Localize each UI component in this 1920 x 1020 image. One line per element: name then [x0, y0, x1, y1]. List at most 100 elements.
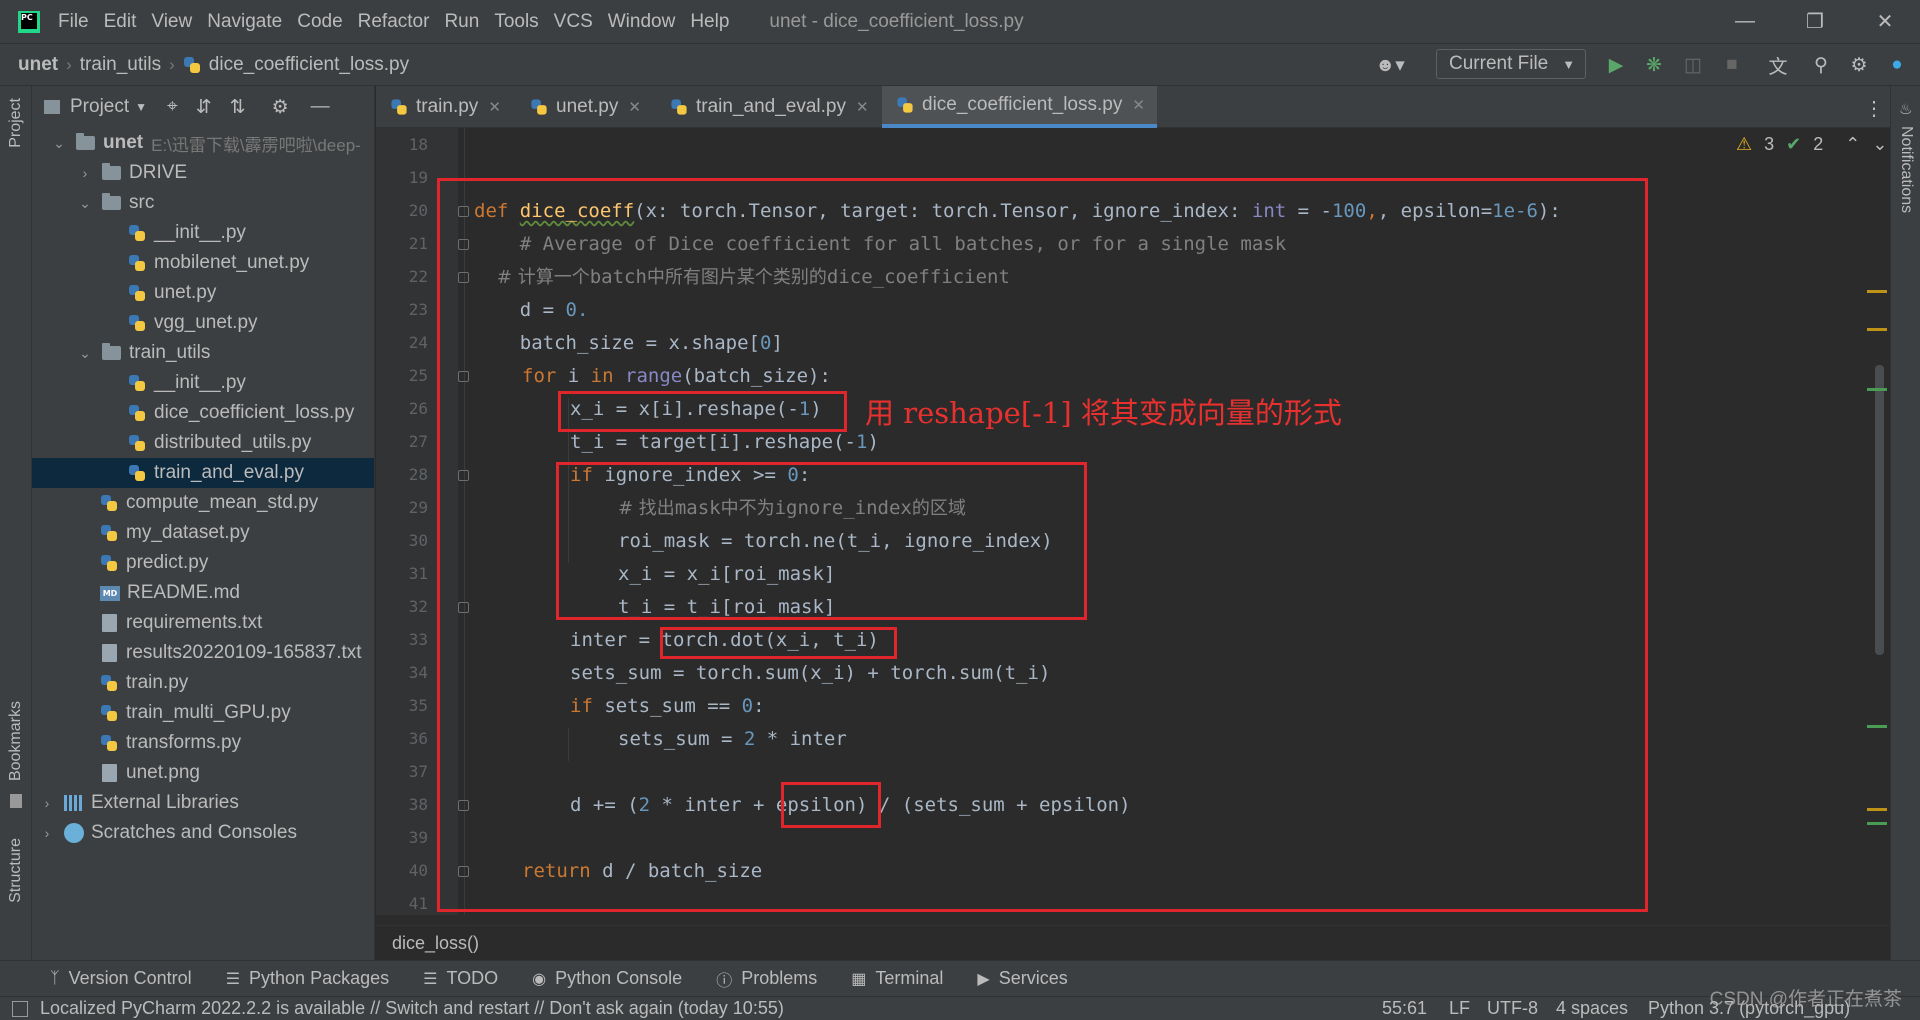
menu-refactor[interactable]: Refactor [358, 11, 430, 33]
tree-item-file[interactable]: __init__.py [32, 368, 374, 398]
caret-position[interactable]: 55:61 [1382, 998, 1427, 1019]
tool-version-control[interactable]: ᛉ Version Control [50, 968, 192, 989]
close-icon[interactable]: ✕ [1132, 96, 1145, 114]
tree-item-root[interactable]: ⌄ unet E:\迅雷下载\霹雳吧啦\deep- [32, 128, 374, 158]
gear-icon[interactable]: ⚙ [1846, 52, 1872, 78]
tree-item-file[interactable]: vgg_unet.py [32, 308, 374, 338]
menu-run[interactable]: Run [444, 11, 479, 33]
menu-file[interactable]: File [58, 11, 89, 33]
file-encoding[interactable]: UTF-8 [1487, 998, 1538, 1019]
warning-marker[interactable] [1867, 290, 1887, 293]
tree-item-file-selected[interactable]: train_and_eval.py [32, 458, 374, 488]
panel-toggle-icon[interactable] [12, 1000, 28, 1017]
tool-python-console[interactable]: ◉ Python Console [532, 968, 682, 989]
close-icon[interactable]: ✕ [628, 98, 641, 116]
tool-problems[interactable]: ⓘ Problems [716, 967, 817, 991]
inspection-widget[interactable]: ⚠ 3 ✔ 2 ⌃ ⌄ [1736, 134, 1887, 155]
tree-item-file[interactable]: unet.py [32, 278, 374, 308]
stop-icon[interactable]: ■ [1719, 52, 1745, 78]
search-icon[interactable]: ⚲ [1808, 52, 1834, 78]
user-icon[interactable]: ☻▾ [1370, 52, 1410, 78]
menu-vcs[interactable]: VCS [554, 11, 593, 33]
warning-icon: ⚠ [1736, 134, 1753, 154]
more-tabs-icon[interactable]: ⋮ [1864, 96, 1884, 121]
tree-item-train-utils[interactable]: ⌄ train_utils [32, 338, 374, 368]
tree-item-src[interactable]: ⌄ src [32, 188, 374, 218]
close-icon[interactable]: ✕ [488, 98, 501, 116]
tool-terminal[interactable]: ▦ Terminal [851, 968, 943, 989]
tree-item-file[interactable]: __init__.py [32, 218, 374, 248]
vertical-scrollbar[interactable] [1875, 365, 1884, 655]
tab-unet-py[interactable]: unet.py ✕ [530, 86, 641, 128]
translate-icon[interactable]: 文 [1765, 52, 1791, 78]
tree-item-file[interactable]: results20220109-165837.txt [32, 638, 374, 668]
python-file-icon [670, 98, 687, 115]
menu-window[interactable]: Window [608, 11, 676, 33]
gear-icon[interactable]: ⚙ [272, 96, 289, 119]
breadcrumb-function[interactable]: dice_loss() [392, 933, 479, 954]
project-tool-button[interactable]: Project [7, 98, 25, 148]
debug-icon[interactable]: ❋ [1641, 52, 1667, 78]
close-icon[interactable]: ✕ [856, 98, 869, 116]
menu-tools[interactable]: Tools [494, 11, 538, 33]
warning-marker[interactable] [1867, 328, 1887, 331]
close-icon[interactable]: ✕ [1856, 0, 1914, 43]
tree-item-file[interactable]: transforms.py [32, 728, 374, 758]
minimize-icon[interactable]: — [1716, 0, 1774, 43]
tree-item-scratches[interactable]: › Scratches and Consoles [32, 818, 374, 848]
locate-icon[interactable]: ⌖ [167, 96, 178, 118]
change-marker[interactable] [1867, 822, 1887, 825]
tree-item-drive[interactable]: › DRIVE [32, 158, 374, 188]
chevron-down-icon[interactable]: ⌄ [1872, 134, 1887, 155]
indent-setting[interactable]: 4 spaces [1556, 998, 1628, 1019]
tree-item-label: transforms.py [126, 732, 242, 753]
run-config-select[interactable]: Current File ▼ [1436, 49, 1586, 79]
tree-item-file[interactable]: my_dataset.py [32, 518, 374, 548]
tree-item-file[interactable]: train_multi_GPU.py [32, 698, 374, 728]
tool-python-packages[interactable]: ☰ Python Packages [226, 968, 389, 989]
editor-breadcrumb[interactable]: dice_loss() [376, 925, 1890, 960]
expand-all-icon[interactable]: ⇵ [196, 96, 212, 119]
run-icon[interactable]: ▶ [1603, 52, 1629, 78]
breadcrumb-project[interactable]: unet [18, 54, 58, 76]
plugin-icon[interactable]: ● [1884, 52, 1910, 78]
line-separator[interactable]: LF [1449, 998, 1470, 1019]
tree-item-file[interactable]: train.py [32, 668, 374, 698]
tree-item-file[interactable]: compute_mean_std.py [32, 488, 374, 518]
menu-code[interactable]: Code [297, 11, 342, 33]
tree-item-file[interactable]: requirements.txt [32, 608, 374, 638]
tree-item-file[interactable]: MD README.md [32, 578, 374, 608]
tab-train-and-eval-py[interactable]: train_and_eval.py ✕ [670, 86, 869, 128]
coverage-icon[interactable]: ◫ [1680, 52, 1706, 78]
tree-item-file[interactable]: distributed_utils.py [32, 428, 374, 458]
warning-marker[interactable] [1867, 808, 1887, 811]
change-marker[interactable] [1867, 388, 1887, 391]
menu-help[interactable]: Help [690, 11, 729, 33]
tree-item-external-libraries[interactable]: › External Libraries [32, 788, 374, 818]
chevron-down-icon[interactable]: ▼ [135, 100, 147, 114]
project-view-title[interactable]: Project [70, 96, 129, 118]
menu-edit[interactable]: Edit [104, 11, 137, 33]
update-message[interactable]: Localized PyCharm 2022.2.2 is available … [40, 998, 784, 1019]
tool-services[interactable]: ▶ Services [977, 968, 1067, 989]
hide-icon[interactable]: — [311, 96, 330, 118]
tree-item-file[interactable]: predict.py [32, 548, 374, 578]
notifications-tool-button[interactable]: Notifications [1897, 126, 1915, 213]
tree-item-file[interactable]: unet.png [32, 758, 374, 788]
tab-train-py[interactable]: train.py ✕ [390, 86, 501, 128]
change-marker[interactable] [1867, 725, 1887, 728]
breadcrumb-file[interactable]: dice_coefficient_loss.py [209, 54, 409, 76]
tab-dice-coefficient-loss-py[interactable]: dice_coefficient_loss.py ✕ [882, 86, 1157, 128]
restore-icon[interactable]: ❐ [1786, 0, 1844, 43]
tree-item-file[interactable]: mobilenet_unet.py [32, 248, 374, 278]
collapse-all-icon[interactable]: ⇅ [230, 96, 246, 119]
structure-tool-button[interactable]: Structure [7, 838, 25, 903]
tree-item-file[interactable]: dice_coefficient_loss.py [32, 398, 374, 428]
python-file-icon [100, 554, 118, 572]
breadcrumb-folder[interactable]: train_utils [80, 54, 161, 76]
menu-view[interactable]: View [151, 11, 192, 33]
chevron-up-icon[interactable]: ⌃ [1845, 134, 1860, 155]
bookmarks-tool-button[interactable]: Bookmarks [7, 701, 25, 781]
tool-todo[interactable]: ☰ TODO [423, 968, 498, 989]
menu-navigate[interactable]: Navigate [207, 11, 282, 33]
